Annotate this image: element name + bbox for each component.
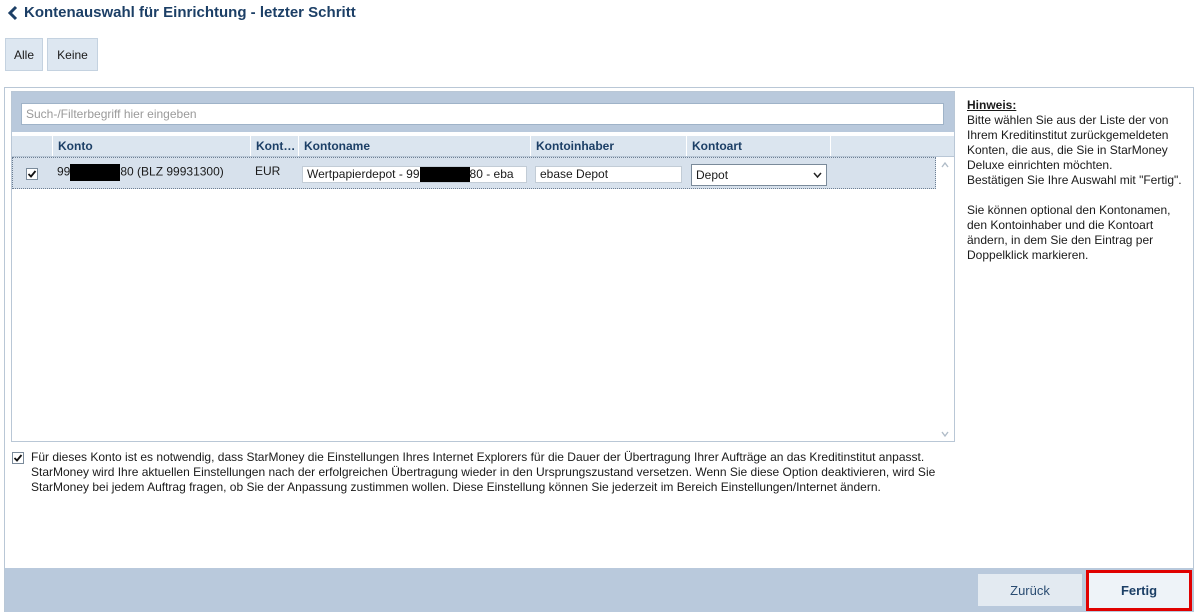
checkmark-icon	[27, 170, 37, 178]
redaction-block	[70, 164, 121, 181]
select-all-button[interactable]: Alle	[5, 38, 43, 71]
select-none-button[interactable]: Keine	[47, 38, 98, 71]
ie-settings-text: Für dieses Konto ist es notwendig, dass …	[31, 450, 936, 494]
currency-cell: EUR	[255, 164, 281, 178]
finish-button[interactable]: Fertig	[1086, 570, 1192, 611]
column-header-kontoart[interactable]: Kontoart	[686, 136, 830, 156]
row-checkbox[interactable]	[26, 168, 38, 180]
search-input[interactable]	[21, 103, 944, 125]
hint-title: Hinweis:	[967, 98, 1017, 112]
page-title: Kontenauswahl für Einrichtung - letzter …	[24, 4, 356, 21]
kontoinhaber-field[interactable]: ebase Depot	[535, 166, 682, 183]
checkmark-icon	[13, 454, 23, 462]
konto-suffix: 80 (BLZ 99931300)	[120, 164, 224, 179]
column-header-kontoinhaber[interactable]: Kontoinhaber	[530, 136, 686, 156]
table-header: Konto Kont… Kontoname Kontoinhaber Konto…	[12, 136, 954, 157]
redaction-block	[419, 167, 470, 182]
scroll-down-icon[interactable]	[940, 429, 950, 439]
column-header-konto[interactable]: Konto	[52, 136, 250, 156]
column-header-select	[12, 136, 52, 156]
table-row[interactable]: 99 80 (BLZ 99931300) EUR Wertpapierdepot …	[12, 157, 936, 189]
kontoart-select[interactable]: Depot	[691, 164, 827, 186]
column-header-kontoname[interactable]: Kontoname	[298, 136, 530, 156]
kontoname-prefix: Wertpapierdepot - 99	[307, 167, 420, 181]
column-header-empty	[830, 136, 954, 156]
scroll-up-icon[interactable]	[940, 160, 950, 170]
konto-prefix: 99	[57, 164, 71, 179]
scrollbar[interactable]	[936, 157, 954, 441]
ie-settings-checkbox[interactable]	[12, 452, 24, 464]
back-button[interactable]: Zurück	[978, 574, 1082, 606]
hint-text: Bitte wählen Sie aus der Liste der von I…	[967, 113, 1182, 262]
header: Kontenauswahl für Einrichtung - letzter …	[0, 0, 1196, 28]
kontoart-value: Depot	[696, 168, 729, 182]
chevron-left-icon[interactable]	[6, 5, 20, 21]
filter-bar	[12, 92, 954, 132]
account-list-panel: Konto Kont… Kontoname Kontoinhaber Konto…	[11, 91, 955, 442]
kontoname-suffix: 80 - eba	[469, 167, 514, 181]
konto-cell: 99 80 (BLZ 99931300)	[57, 164, 224, 181]
column-header-currency[interactable]: Kont…	[250, 136, 298, 156]
kontoname-field[interactable]: Wertpapierdepot - 99 80 - eba	[302, 166, 527, 183]
chevron-down-icon	[813, 172, 822, 179]
